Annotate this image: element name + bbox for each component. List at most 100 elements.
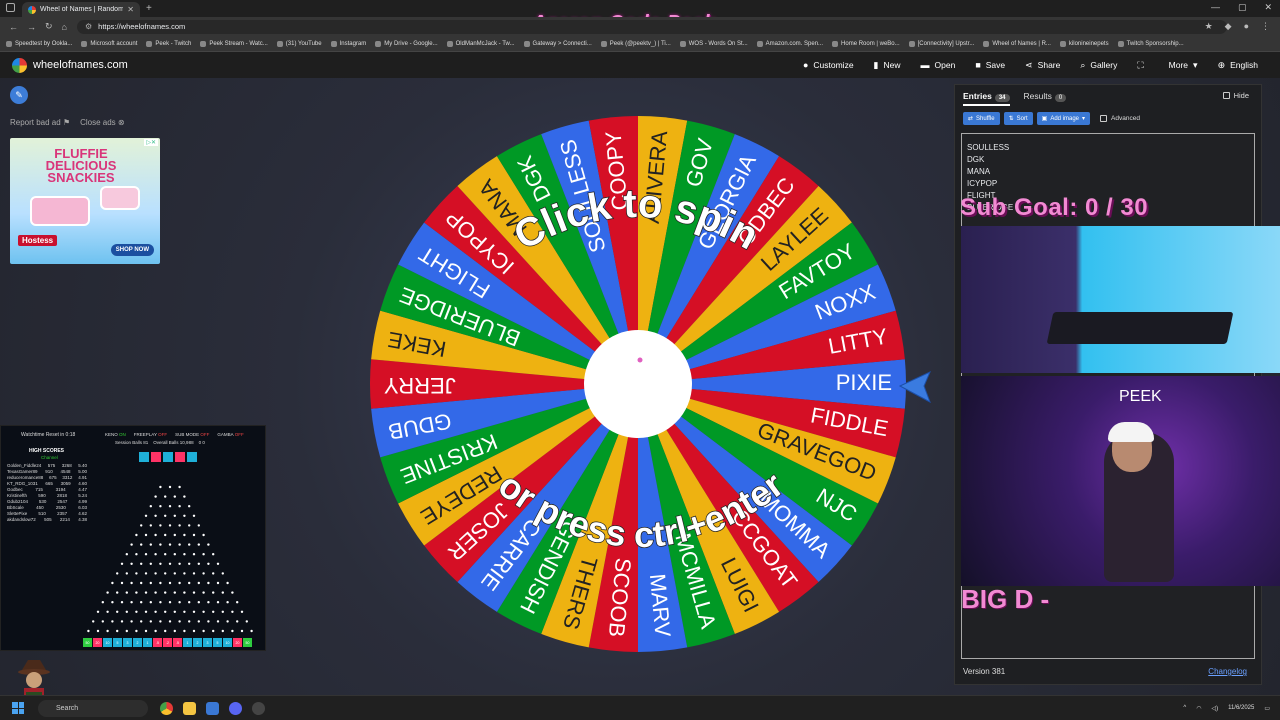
minimize-icon[interactable]: —	[1211, 2, 1220, 13]
advertisement-banner[interactable]: ▷✕ FLUFFIE DELICIOUS SNACKIES Hostess SH…	[10, 138, 160, 264]
new-tab-icon[interactable]: +	[146, 3, 152, 14]
report-bad-ad-link[interactable]: Report bad ad ⚑	[10, 118, 70, 127]
browser-tab[interactable]: Wheel of Names | Random name ✕	[22, 2, 140, 17]
menu-item-share[interactable]: ⋖ Share	[1025, 60, 1060, 71]
wifi-icon[interactable]: ◠	[1196, 705, 1201, 712]
bookmark-item[interactable]: Wheel of Names | R...	[983, 40, 1051, 47]
shuffle-button[interactable]: ⇄ Shuffle	[963, 112, 1000, 125]
app-header: wheelofnames.com ● Customize ▮ New ▬ Open ■ Sav…	[0, 52, 1280, 78]
advanced-toggle[interactable]: Advanced	[1100, 115, 1140, 122]
close-circle-icon: ⊗	[117, 118, 125, 127]
bookmark-item[interactable]: My Drive - Google...	[375, 40, 438, 47]
plinko-peg	[178, 524, 181, 527]
bookmark-item[interactable]: WOS - Words On St...	[679, 40, 748, 47]
plinko-peg	[125, 553, 128, 556]
plinko-peg	[188, 581, 191, 585]
sort-button[interactable]: ⇅ Sort	[1003, 112, 1033, 125]
adchoices-icon[interactable]: ▷✕	[144, 139, 158, 146]
maximize-icon[interactable]: ▢	[1238, 2, 1247, 13]
menu-item-customize[interactable]: ● Customize	[803, 60, 854, 71]
edit-pencil-icon[interactable]: ✎	[10, 86, 28, 104]
volume-icon[interactable]: ◁)	[1211, 705, 1218, 712]
plinko-peg	[226, 601, 229, 604]
extensions-icon[interactable]: ◆	[1225, 21, 1232, 32]
chrome-icon[interactable]	[160, 701, 173, 715]
close-ads-link[interactable]: Close ads ⊗	[80, 118, 125, 127]
address-bar[interactable]: ⚙ https://wheelofnames.com	[76, 19, 1227, 34]
profile-icon[interactable]: ●	[1244, 21, 1249, 32]
bookmark-item[interactable]: Peek Stream - Watc...	[200, 40, 268, 47]
plinko-peg	[202, 533, 205, 537]
tab-entries[interactable]: Entries 34	[963, 91, 1010, 106]
add-image-button[interactable]: ▣ Add image ▾	[1036, 112, 1091, 125]
menu-item-fullscreen[interactable]: ⛶	[1137, 60, 1148, 71]
discord-icon[interactable]	[229, 701, 242, 715]
bookmark-item[interactable]: Speedtest by Ookla...	[6, 40, 72, 47]
advanced-checkbox[interactable]	[1100, 115, 1108, 122]
plinko-peg	[197, 562, 200, 565]
store-icon[interactable]	[206, 701, 219, 715]
notification-icon[interactable]: ▭	[1264, 705, 1270, 712]
plinko-peg	[130, 620, 133, 623]
site-info-icon[interactable]: ⚙	[85, 22, 92, 31]
cupcake-package-image	[30, 196, 90, 226]
bookmark-item[interactable]: Peek - Twitch	[146, 40, 191, 47]
plinko-peg	[168, 524, 172, 527]
bookmark-favicon-icon	[756, 40, 763, 47]
bookmark-item[interactable]: Peek (@peektv_) | Ti...	[600, 40, 671, 47]
bookmark-item[interactable]: Microsoft account	[81, 40, 137, 47]
close-tab-icon[interactable]: ✕	[127, 5, 134, 14]
menu-item-save[interactable]: ■ Save	[975, 60, 1005, 71]
plinko-peg	[183, 610, 186, 613]
kebab-menu-icon[interactable]: ⋮	[1261, 21, 1270, 32]
bookmark-item[interactable]: OldManMcJack - Tw...	[446, 40, 515, 47]
tab-results[interactable]: Results 0	[1024, 91, 1067, 106]
bookmark-item[interactable]: Amazon.com. Spen...	[756, 40, 823, 47]
browser-toolbar: ← → ↻ ⌂ ⚙ https://wheelofnames.com ★ ◆ ●…	[0, 17, 1280, 36]
bookmark-favicon-icon	[600, 40, 607, 47]
plinko-peg	[178, 485, 181, 489]
bookmark-item[interactable]: Twitch Sponsorship...	[1117, 40, 1184, 47]
plinko-bin: 3	[203, 638, 212, 647]
tab-search-icon[interactable]	[6, 3, 15, 12]
plinko-peg	[236, 620, 239, 623]
bookmarks-bar: Speedtest by Ookla... Microsoft account Pe…	[0, 36, 1280, 52]
hide-checkbox[interactable]	[1222, 92, 1230, 99]
spin-wheel[interactable]: PIXIE FIDDLE GRAVEGOD NJC MOMMA CCGOAT LUIGI MC…	[366, 112, 910, 656]
bookmark-star-icon[interactable]: ★	[1205, 21, 1213, 32]
taskbar-search[interactable]: Search	[38, 699, 148, 717]
bookmark-item[interactable]: Instagram	[330, 40, 366, 47]
windows-start-icon[interactable]	[12, 702, 24, 714]
menu-item-english[interactable]: ⊕ English	[1218, 60, 1258, 71]
plinko-peg	[207, 601, 210, 604]
wheel-center-hub[interactable]	[584, 330, 692, 438]
home-icon[interactable]: ⌂	[62, 22, 67, 32]
bookmark-item[interactable]: (31) YouTube	[276, 40, 322, 47]
plinko-peg	[120, 601, 124, 604]
menu-item-more[interactable]: More ▾	[1169, 60, 1198, 71]
bookmark-favicon-icon	[983, 40, 990, 47]
shop-now-button[interactable]: SHOP NOW	[110, 244, 154, 256]
keyboard-cam	[961, 226, 1280, 373]
reload-icon[interactable]: ↻	[45, 21, 53, 32]
back-icon[interactable]: ←	[9, 22, 18, 32]
bookmark-item[interactable]: Gateway > Connecti...	[523, 40, 592, 47]
forward-icon[interactable]: →	[27, 22, 36, 32]
changelog-link[interactable]: Changelog	[1208, 667, 1247, 676]
file-explorer-icon[interactable]	[183, 701, 196, 715]
tray-chevron-icon[interactable]: ^	[1183, 705, 1186, 711]
site-logo[interactable]: wheelofnames.com	[12, 57, 128, 73]
menu-item-gallery[interactable]: ⌕ Gallery	[1080, 60, 1117, 71]
close-window-icon[interactable]: ✕	[1264, 2, 1272, 13]
taskbar-clock[interactable]: 11/6/2025	[1228, 704, 1254, 712]
plinko-peg	[178, 620, 181, 623]
plinko-peg	[216, 601, 220, 604]
wheel-svg[interactable]: PIXIEFIDDLEGRAVEGODNJCMOMMACCGOATLUIGIMC…	[366, 112, 910, 656]
bookmark-item[interactable]: Home Room | weBo...	[832, 40, 900, 47]
obs-icon[interactable]	[252, 701, 265, 715]
hide-toggle[interactable]: Hide	[1222, 91, 1249, 100]
menu-item-open[interactable]: ▬ Open	[921, 60, 956, 71]
bookmark-item[interactable]: kilonineinepets	[1059, 40, 1109, 47]
bookmark-item[interactable]: [Connectivity] Upstr...	[908, 40, 974, 47]
menu-item-new[interactable]: ▮ New	[874, 60, 901, 71]
